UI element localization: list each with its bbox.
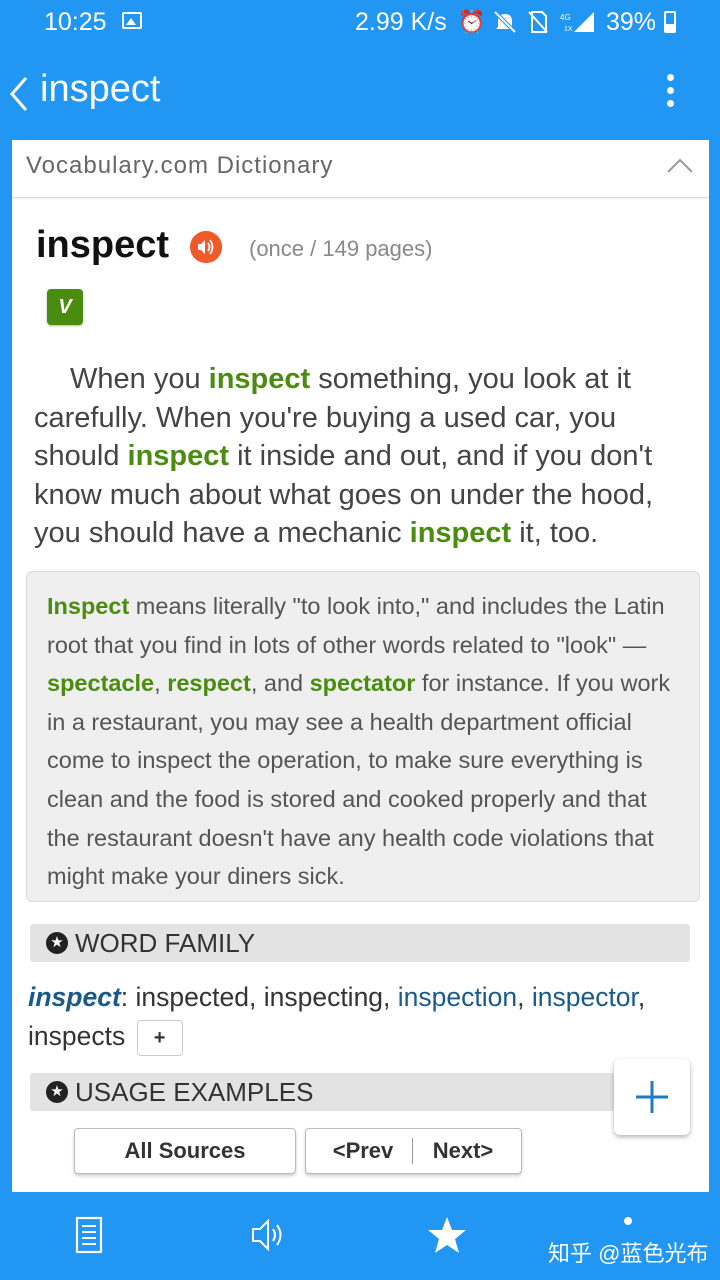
star-circle-icon: ★ <box>46 1081 68 1103</box>
definition-text: means literally "to look into," and incl… <box>47 593 665 658</box>
image-icon <box>122 12 142 29</box>
long-definition: Inspect means literally "to look into," … <box>26 571 700 902</box>
dictionary-title: Vocabulary.com Dictionary <box>26 152 334 179</box>
highlighted-word[interactable]: spectator <box>310 670 416 696</box>
page-title: inspect <box>40 68 161 110</box>
speaker-icon[interactable] <box>190 231 222 263</box>
plus-icon <box>636 1081 668 1113</box>
alarm-icon: ⏰ <box>458 9 486 34</box>
star-circle-icon: ★ <box>46 932 68 954</box>
next-button[interactable]: Next> <box>413 1129 513 1173</box>
highlighted-word[interactable]: inspect <box>128 440 230 472</box>
highlighted-word[interactable]: spectacle <box>47 670 154 696</box>
more-vert-icon[interactable] <box>662 74 678 114</box>
definition-text: it, too. <box>511 517 599 550</box>
network-speed: 2.99 K/s <box>355 8 447 36</box>
expand-family-button[interactable]: + <box>136 1020 183 1056</box>
definition-text: , and <box>250 670 310 697</box>
more-icon[interactable] <box>622 1216 634 1230</box>
definition-text: , <box>154 670 168 697</box>
headword: inspect <box>36 224 170 266</box>
battery-icon <box>664 11 676 33</box>
add-fab-button[interactable] <box>614 1059 690 1135</box>
highlighted-word[interactable]: respect <box>167 670 251 696</box>
signal-icon: 4G 1X <box>560 12 594 33</box>
highlighted-word[interactable]: inspect <box>209 363 311 395</box>
dictionary-header[interactable]: Vocabulary.com Dictionary <box>12 140 709 198</box>
svg-text:1X: 1X <box>564 26 573 33</box>
star-icon[interactable] <box>427 1216 467 1254</box>
highlighted-word[interactable]: inspect <box>410 517 512 549</box>
word-form: inspected <box>135 982 249 1012</box>
back-icon[interactable] <box>6 74 36 114</box>
usage-examples-header[interactable]: ★ USAGE EXAMPLES <box>30 1073 690 1111</box>
separator: : <box>120 982 129 1012</box>
section-title: WORD FAMILY <box>75 928 256 958</box>
definition-text: When you <box>70 363 209 395</box>
app-bar: inspect <box>0 60 720 124</box>
definition-text: for instance. If you work in a restauran… <box>47 670 671 890</box>
battery-level: 39% <box>606 8 657 36</box>
definition-icon[interactable] <box>74 1216 104 1254</box>
word-family-list: inspect: inspected, inspecting, inspecti… <box>28 978 698 1056</box>
word-form[interactable]: inspection <box>398 982 517 1012</box>
part-of-speech-badge[interactable]: V <box>47 289 83 325</box>
word-form: inspecting <box>263 982 384 1012</box>
word-form[interactable]: inspector <box>532 982 638 1012</box>
section-title: USAGE EXAMPLES <box>75 1077 314 1107</box>
short-definition: When you inspect something, you look at … <box>34 360 694 553</box>
watermark: 知乎 @蓝色光布 <box>548 1241 709 1266</box>
highlighted-word[interactable]: Inspect <box>47 593 129 619</box>
pagination-buttons: <Prev Next> <box>305 1128 522 1174</box>
svg-text:4G: 4G <box>560 13 571 22</box>
speaker-icon[interactable] <box>250 1216 288 1254</box>
no-sim-icon <box>528 11 548 33</box>
mute-icon <box>493 10 517 34</box>
frequency-label: (once / 149 pages) <box>249 236 433 261</box>
word-family-header[interactable]: ★ WORD FAMILY <box>30 924 690 962</box>
status-time: 10:25 <box>44 8 107 36</box>
dictionary-card: Vocabulary.com Dictionary inspect (once … <box>12 140 709 1192</box>
prev-button[interactable]: <Prev <box>314 1138 413 1164</box>
status-bar: 10:25 2.99 K/s ⏰ 4G 1X 39% <box>0 0 720 44</box>
chevron-up-icon[interactable] <box>666 156 694 176</box>
word-family-head[interactable]: inspect <box>28 982 121 1012</box>
all-sources-button[interactable]: All Sources <box>74 1128 296 1174</box>
word-form: inspects <box>28 1021 126 1051</box>
